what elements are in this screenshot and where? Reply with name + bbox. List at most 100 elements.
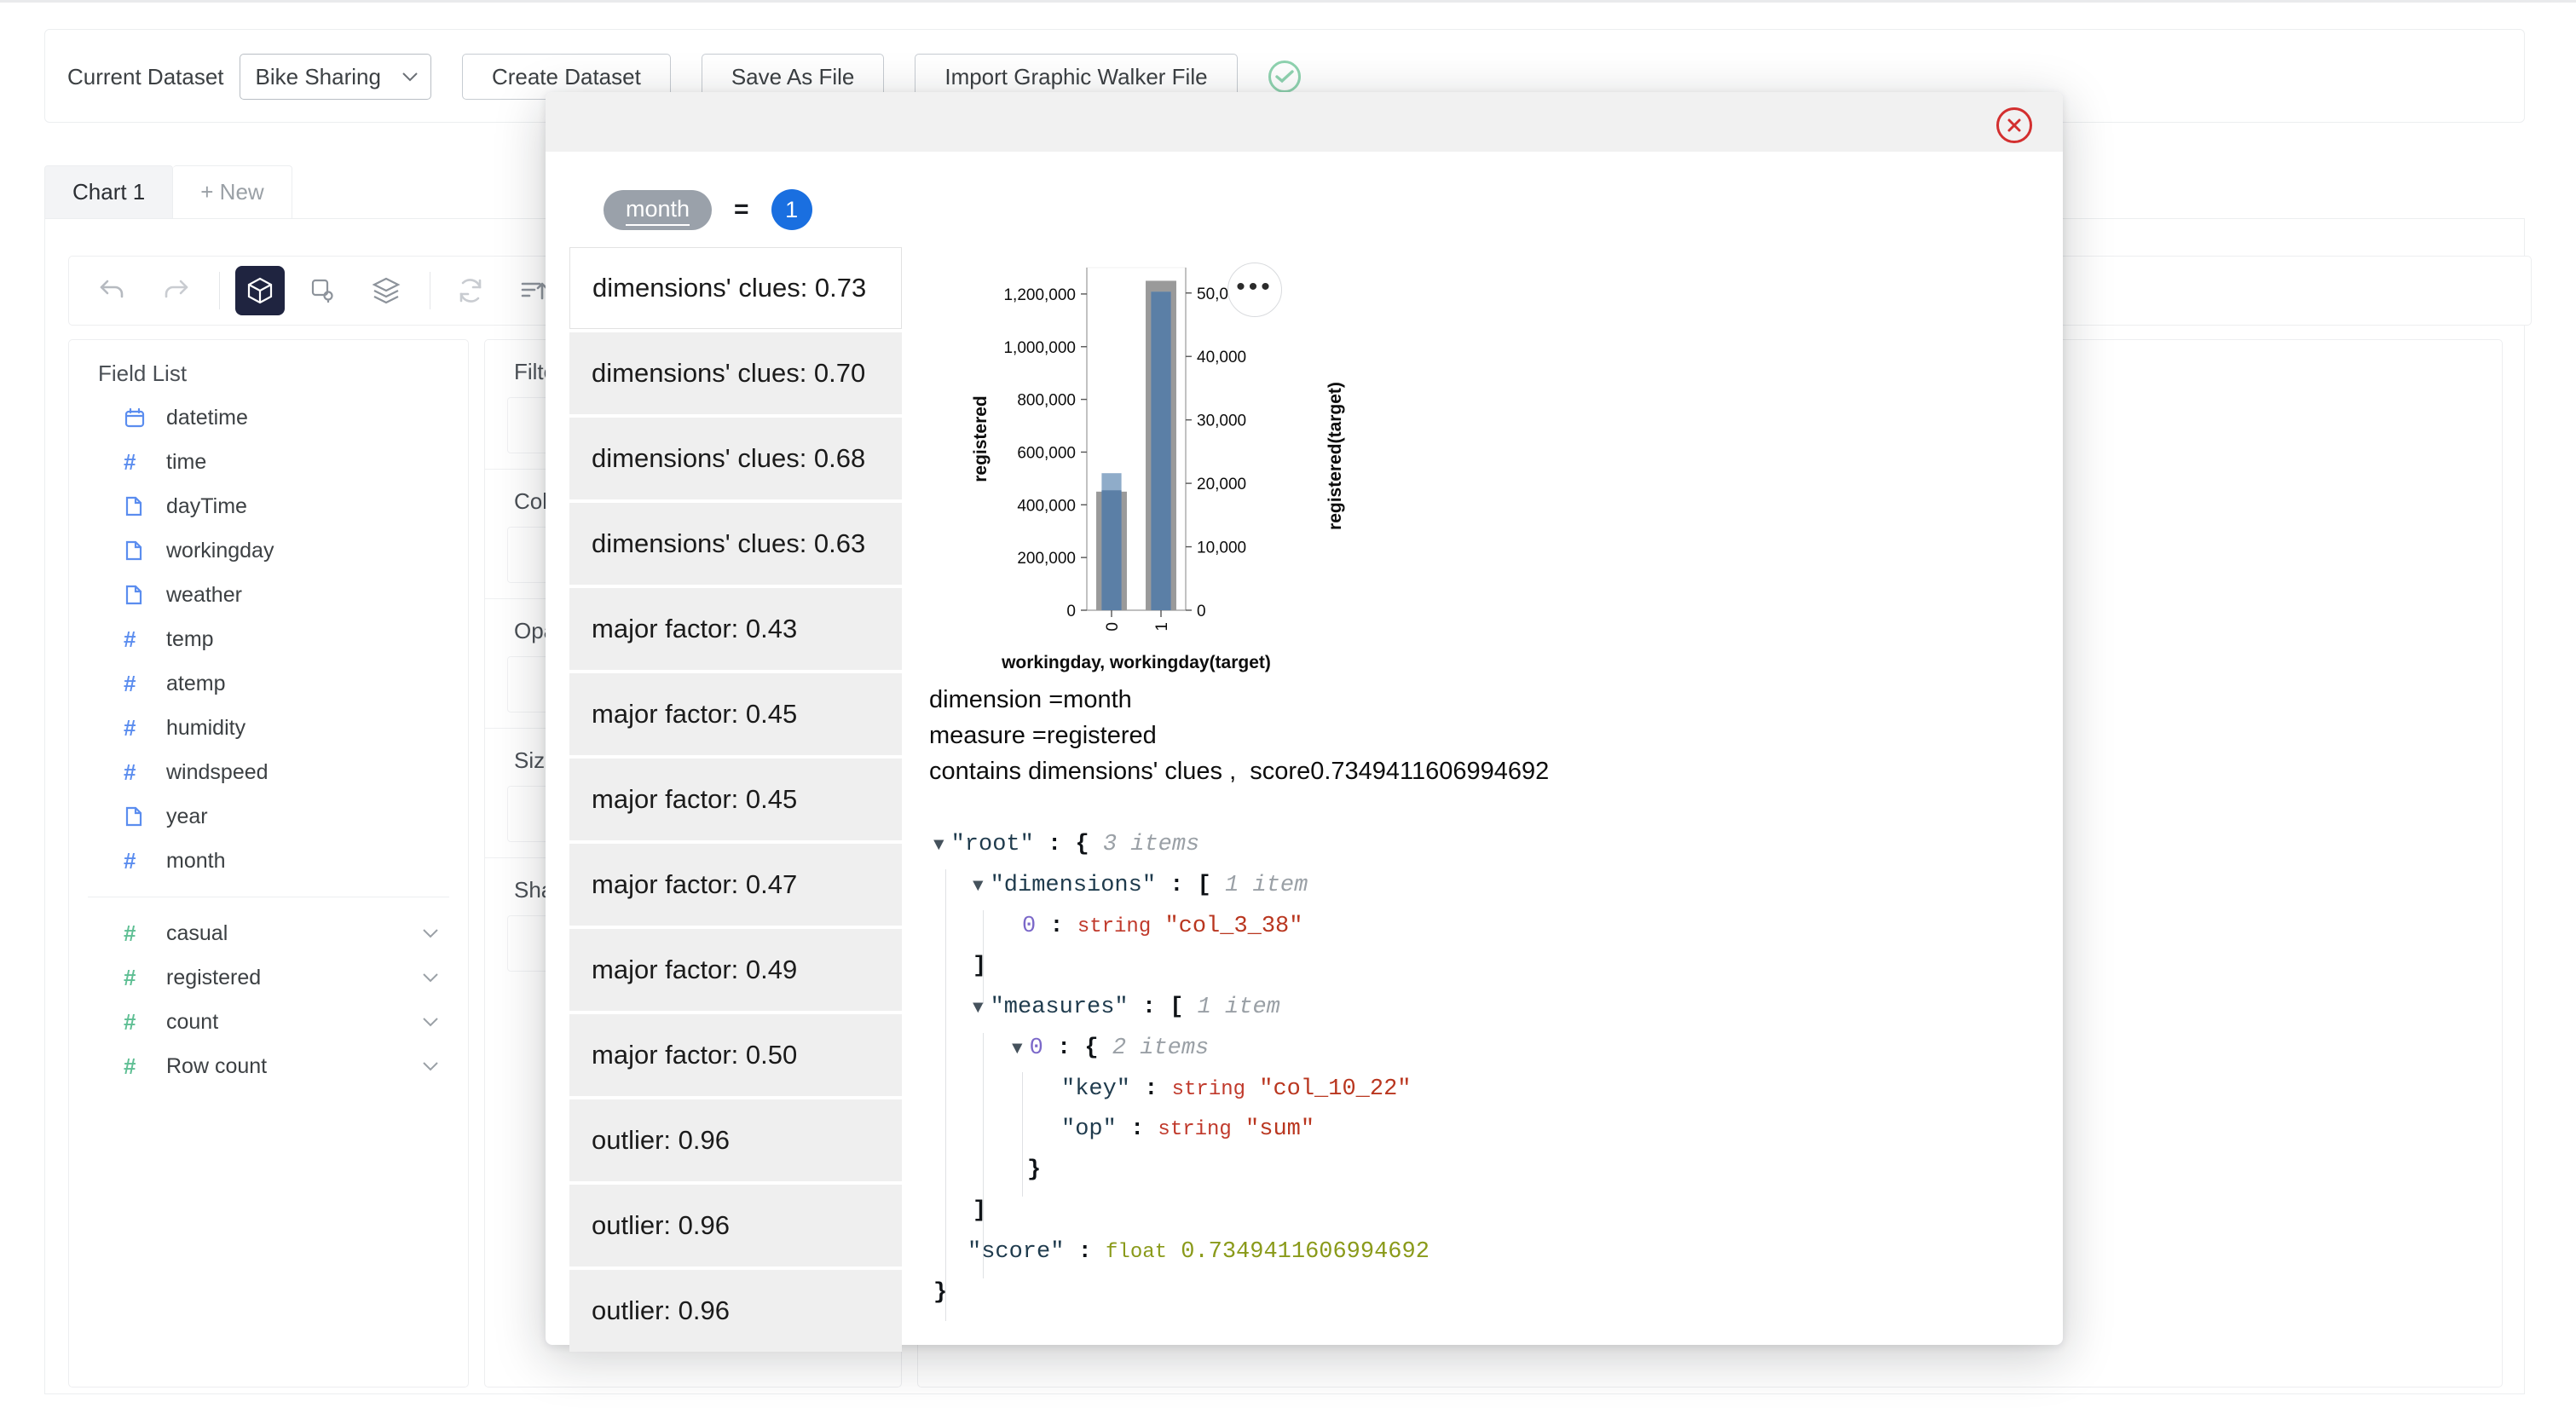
tree-key: "measures" [990, 995, 1129, 1021]
svg-text:registered: registered [971, 395, 991, 482]
svg-text:400,000: 400,000 [1017, 497, 1076, 515]
field-item-datetime[interactable]: datetime [69, 395, 468, 440]
app-root: Current Dataset Bike Sharing Create Data… [0, 0, 2576, 1425]
field-item-year[interactable]: year [69, 794, 468, 839]
field-label: registered [166, 965, 262, 989]
svg-text:20,000: 20,000 [1197, 476, 1246, 493]
svg-text:workingday, workingday(target): workingday, workingday(target) [1001, 653, 1271, 672]
field-item-dayTime[interactable]: dayTime [69, 484, 468, 528]
field-item-windspeed[interactable]: # windspeed [69, 750, 468, 794]
tab-new-label: + New [200, 179, 264, 205]
field-item-registered[interactable]: # registered [69, 955, 468, 1000]
field-item-weather[interactable]: weather [69, 573, 468, 617]
list-item[interactable]: major factor: 0.49 [569, 929, 902, 1011]
chevron-down-icon[interactable] [422, 1057, 439, 1076]
chevron-down-icon[interactable] [422, 1012, 439, 1032]
list-item[interactable]: major factor: 0.47 [569, 844, 902, 926]
field-label: humidity [166, 715, 246, 740]
field-list-panel: Field List datetime # time dayTime worki… [68, 339, 469, 1388]
field-item-temp[interactable]: # temp [69, 617, 468, 661]
tab-new[interactable]: + New [173, 165, 292, 218]
tree-value: "col_10_22" [1259, 1076, 1412, 1102]
description-line-score: contains dimensions' clues , score0.7349… [929, 758, 1550, 786]
close-circle-icon[interactable] [1996, 107, 2032, 143]
pin-rect-icon[interactable] [298, 266, 348, 315]
tree-colon: : [1049, 913, 1064, 939]
field-item-casual[interactable]: # casual [69, 911, 468, 955]
filter-chip-field[interactable]: month [604, 189, 713, 230]
list-item[interactable]: outlier: 0.96 [569, 1099, 902, 1181]
field-item-count[interactable]: # count [69, 1000, 468, 1044]
tree-key: "dimensions" [990, 872, 1157, 898]
caret-down-icon[interactable]: ▼ [933, 830, 944, 862]
field-label: datetime [166, 405, 248, 430]
field-item-time[interactable]: # time [69, 440, 468, 484]
hash-icon: # [124, 1053, 136, 1079]
tree-bracket: [ [1170, 995, 1184, 1021]
chevron-down-icon[interactable] [422, 924, 439, 943]
field-label: Row count [166, 1053, 268, 1078]
tree-bracket: ] [973, 1198, 987, 1225]
field-label: dayTime [166, 493, 247, 518]
layers-star-icon[interactable] [361, 266, 411, 315]
redo-icon[interactable] [151, 266, 200, 315]
check-circle-icon [1268, 61, 1301, 93]
caret-down-icon[interactable]: ▼ [1012, 1034, 1023, 1065]
tree-row-dimensions[interactable]: ▼ "dimensions" : [ 1 item [933, 866, 2127, 907]
field-item-humidity[interactable]: # humidity [69, 706, 468, 750]
filter-chip-value[interactable]: 1 [771, 189, 812, 230]
field-label: year [166, 804, 208, 828]
hash-icon: # [124, 670, 136, 696]
list-item[interactable]: major factor: 0.45 [569, 673, 902, 755]
refresh-icon[interactable] [446, 266, 495, 315]
caret-down-icon[interactable]: ▼ [973, 871, 984, 903]
tree-row-measures-close: ] [933, 1191, 2127, 1232]
insight-list: dimensions' clues: 0.73 dimensions' clue… [569, 247, 902, 1355]
modal-header [546, 92, 2063, 152]
field-label: month [166, 848, 226, 873]
list-item[interactable]: major factor: 0.45 [569, 759, 902, 840]
tree-colon: : [1077, 1238, 1092, 1265]
caret-down-icon[interactable]: ▼ [973, 993, 984, 1024]
field-item-month[interactable]: # month [69, 839, 468, 883]
tree-row-score: "score" : float 0.7349411606994692 [933, 1232, 2127, 1273]
field-item-workingday[interactable]: workingday [69, 528, 468, 573]
tree-row-dimensions-0: 0 : string "col_3_38" [933, 907, 2127, 948]
field-item-row-count[interactable]: # Row count [69, 1044, 468, 1088]
tree-bracket: [ [1197, 872, 1211, 898]
filter-chip-row: month = 1 [604, 189, 812, 230]
tree-key: "score" [967, 1238, 1065, 1265]
list-item[interactable]: dimensions' clues: 0.70 [569, 332, 902, 414]
undo-icon[interactable] [88, 266, 137, 315]
list-item[interactable]: outlier: 0.96 [569, 1185, 902, 1266]
svg-text:40,000: 40,000 [1197, 349, 1246, 366]
chevron-down-icon[interactable] [422, 968, 439, 988]
ellipsis-icon[interactable]: ••• [1227, 262, 1282, 317]
list-item[interactable]: dimensions' clues: 0.63 [569, 503, 902, 585]
list-item[interactable]: dimensions' clues: 0.68 [569, 418, 902, 499]
description-line-dimension: dimension =month [929, 686, 1132, 713]
cube-icon[interactable] [235, 266, 285, 315]
tree-meta: 2 items [1112, 1035, 1210, 1061]
dataset-select-value: Bike Sharing [255, 63, 381, 89]
dataset-select[interactable]: Bike Sharing [239, 54, 431, 100]
tree-colon: : [1048, 832, 1062, 857]
tree-value: "sum" [1245, 1116, 1315, 1143]
hash-icon: # [124, 626, 136, 652]
field-label: casual [166, 920, 228, 945]
list-item[interactable]: outlier: 0.96 [569, 1270, 902, 1352]
tree-row-root[interactable]: ▼ "root" : { 3 items [933, 825, 2127, 866]
field-item-atemp[interactable]: # atemp [69, 661, 468, 706]
tree-type: string [1171, 1077, 1246, 1101]
hash-icon: # [124, 759, 136, 785]
list-item[interactable]: dimensions' clues: 0.73 [569, 247, 902, 329]
tab-chart-1[interactable]: Chart 1 [44, 165, 174, 218]
field-label: temp [166, 626, 214, 651]
list-item[interactable]: major factor: 0.43 [569, 588, 902, 670]
tree-row-measures-0[interactable]: ▼ 0 : { 2 items [933, 1029, 2127, 1070]
list-item[interactable]: major factor: 0.50 [569, 1014, 902, 1096]
tree-brace: { [1075, 832, 1089, 857]
field-label: workingday [166, 538, 274, 562]
tree-row-op: "op" : string "sum" [933, 1110, 2127, 1151]
tree-row-measures[interactable]: ▼ "measures" : [ 1 item [933, 988, 2127, 1029]
